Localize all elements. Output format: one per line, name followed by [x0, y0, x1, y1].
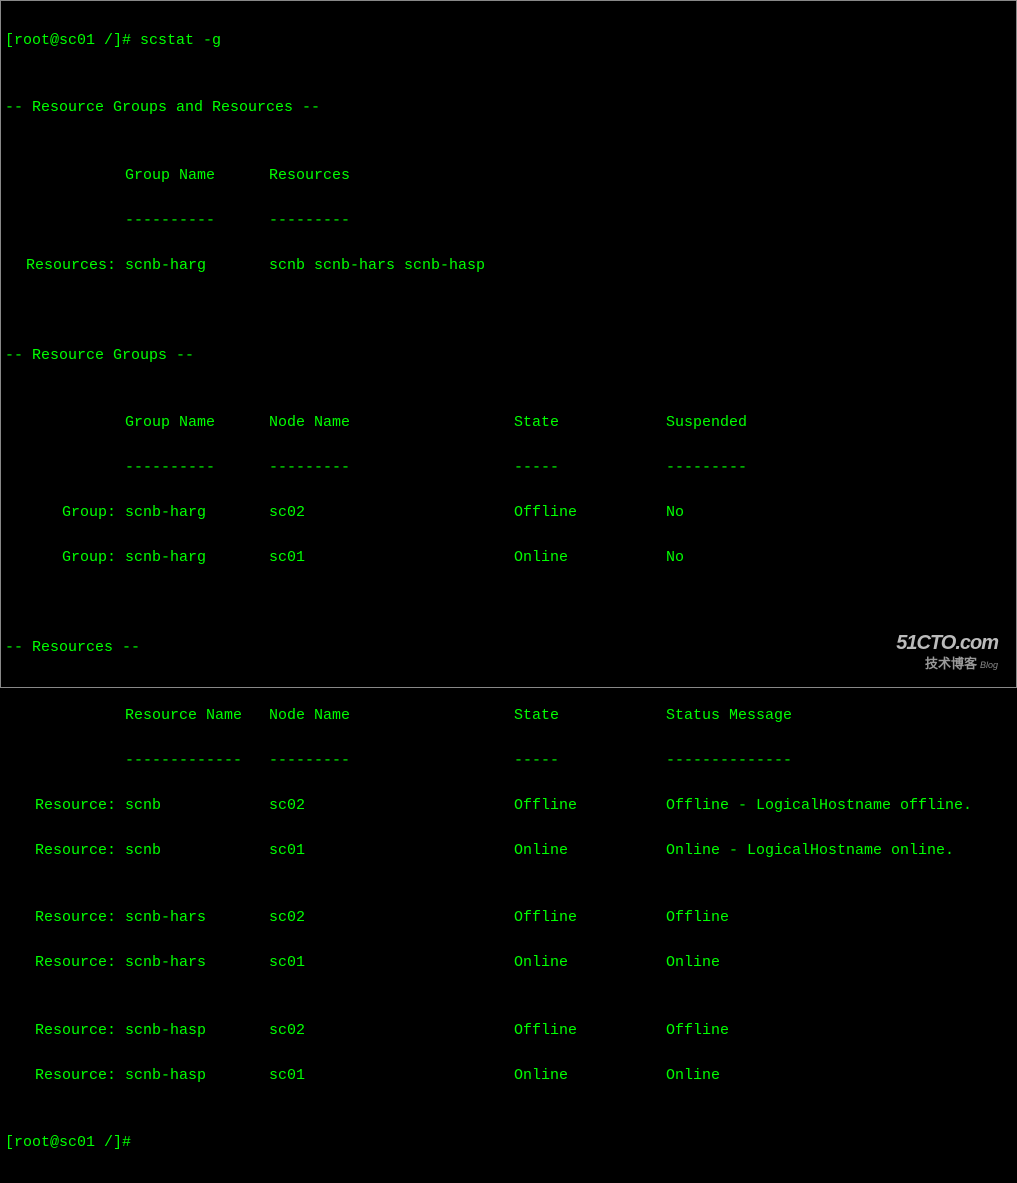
spacer	[5, 705, 125, 728]
sec2-dash-row: ---------------------------------	[5, 457, 1012, 480]
row-label-resource: Resource:	[5, 952, 125, 975]
cell-status-message: Offline	[666, 907, 729, 930]
cell-state: Online	[514, 547, 666, 570]
dash: -------------	[125, 750, 269, 773]
command-text: scstat -g	[140, 32, 221, 49]
cell-node-name: sc02	[269, 1020, 514, 1043]
sec3-data-row: Resource: scnb-harssc02OfflineOffline	[5, 907, 1012, 930]
cell-node-name: sc01	[269, 840, 514, 863]
cell-node-name: sc01	[269, 952, 514, 975]
sec3-dash-row: ----------------------------------------…	[5, 750, 1012, 773]
terminal-output[interactable]: [root@sc01 /]# scstat -g -- Resource Gro…	[1, 1, 1016, 1183]
sec1-dash-row: -------------------	[5, 210, 1012, 233]
shell-prompt: [root@sc01 /]#	[5, 1134, 140, 1151]
spacer	[5, 750, 125, 773]
row-label-resources: Resources:	[5, 255, 125, 278]
cell-status-message: Online - LogicalHostname online.	[666, 840, 954, 863]
cell-state: Online	[514, 952, 666, 975]
spacer	[5, 210, 125, 233]
sec2-data-row: Group: scnb-hargsc02OfflineNo	[5, 502, 1012, 525]
dash: ----------	[125, 457, 269, 480]
dash: -----	[514, 457, 666, 480]
cell-node-name: sc02	[269, 795, 514, 818]
row-label-resource: Resource:	[5, 1065, 125, 1088]
dash: ---------	[666, 457, 747, 480]
section-header-resource-groups-resources: -- Resource Groups and Resources --	[5, 97, 1012, 120]
cell-group-name: scnb-harg	[125, 502, 269, 525]
col-header-node-name: Node Name	[269, 705, 514, 728]
spacer	[5, 165, 125, 188]
dash: ---------	[269, 210, 350, 233]
watermark-subtitle-row: 技术博客Blog	[896, 655, 998, 673]
cell-node-name: sc02	[269, 907, 514, 930]
cell-resource-name: scnb-hasp	[125, 1020, 269, 1043]
cell-state: Offline	[514, 1020, 666, 1043]
cell-suspended: No	[666, 547, 684, 570]
col-header-resource-name: Resource Name	[125, 705, 269, 728]
dash: ---------	[269, 457, 514, 480]
cell-state: Online	[514, 840, 666, 863]
watermark-site: 51CTO.com	[896, 631, 998, 655]
sec3-data-row: Resource: scnbsc01OnlineOnline - Logical…	[5, 840, 1012, 863]
cell-resource-name: scnb-hasp	[125, 1065, 269, 1088]
col-header-node-name: Node Name	[269, 412, 514, 435]
col-header-state: State	[514, 412, 666, 435]
cell-node-name: sc02	[269, 502, 514, 525]
cell-resource-name: scnb-hars	[125, 907, 269, 930]
col-header-state: State	[514, 705, 666, 728]
row-label-resource: Resource:	[5, 907, 125, 930]
watermark-subtitle: 技术博客	[925, 656, 977, 671]
sec1-header-row: Group NameResources	[5, 165, 1012, 188]
watermark-blog: Blog	[980, 660, 998, 671]
sec3-data-row: Resource: scnb-haspsc01OnlineOnline	[5, 1065, 1012, 1088]
cell-group-name: scnb-harg	[125, 255, 269, 278]
cell-state: Offline	[514, 795, 666, 818]
spacer	[5, 412, 125, 435]
cell-node-name: sc01	[269, 547, 514, 570]
spacer	[5, 457, 125, 480]
dash: -----	[514, 750, 666, 773]
cell-state: Online	[514, 1065, 666, 1088]
cell-status-message: Online	[666, 952, 720, 975]
cell-group-name: scnb-harg	[125, 547, 269, 570]
sec2-data-row: Group: scnb-hargsc01OnlineNo	[5, 547, 1012, 570]
cell-status-message: Offline - LogicalHostname offline.	[666, 795, 972, 818]
cell-state: Offline	[514, 502, 666, 525]
prompt-line-2[interactable]: [root@sc01 /]#	[5, 1132, 1012, 1155]
col-header-status-message: Status Message	[666, 705, 792, 728]
col-header-suspended: Suspended	[666, 412, 747, 435]
sec3-header-row: Resource NameNode NameStateStatus Messag…	[5, 705, 1012, 728]
cell-resource-name: scnb	[125, 795, 269, 818]
col-header-resources: Resources	[269, 165, 350, 188]
row-label-group: Group:	[5, 502, 125, 525]
row-label-resource: Resource:	[5, 1020, 125, 1043]
sec2-header-row: Group NameNode NameStateSuspended	[5, 412, 1012, 435]
prompt-line-1: [root@sc01 /]# scstat -g	[5, 30, 1012, 53]
cell-status-message: Online	[666, 1065, 720, 1088]
sec1-data-row: Resources: scnb-hargscnb scnb-hars scnb-…	[5, 255, 1012, 278]
cell-resource-name: scnb	[125, 840, 269, 863]
col-header-group-name: Group Name	[125, 165, 269, 188]
dash: ---------	[269, 750, 514, 773]
row-label-resource: Resource:	[5, 795, 125, 818]
shell-prompt: [root@sc01 /]#	[5, 32, 140, 49]
col-header-group-name: Group Name	[125, 412, 269, 435]
cell-state: Offline	[514, 907, 666, 930]
sec3-data-row: Resource: scnb-haspsc02OfflineOffline	[5, 1020, 1012, 1043]
sec3-data-row: Resource: scnb-harssc01OnlineOnline	[5, 952, 1012, 975]
cell-node-name: sc01	[269, 1065, 514, 1088]
cell-status-message: Offline	[666, 1020, 729, 1043]
row-label-resource: Resource:	[5, 840, 125, 863]
dash: --------------	[666, 750, 792, 773]
cell-resource-name: scnb-hars	[125, 952, 269, 975]
row-label-group: Group:	[5, 547, 125, 570]
sec3-data-row: Resource: scnbsc02OfflineOffline - Logic…	[5, 795, 1012, 818]
watermark-logo: 51CTO.com 技术博客Blog	[896, 631, 998, 673]
section-header-resources: -- Resources --	[5, 637, 1012, 660]
cell-suspended: No	[666, 502, 684, 525]
dash: ----------	[125, 210, 269, 233]
section-header-resource-groups: -- Resource Groups --	[5, 345, 1012, 368]
cell-resources: scnb scnb-hars scnb-hasp	[269, 255, 485, 278]
